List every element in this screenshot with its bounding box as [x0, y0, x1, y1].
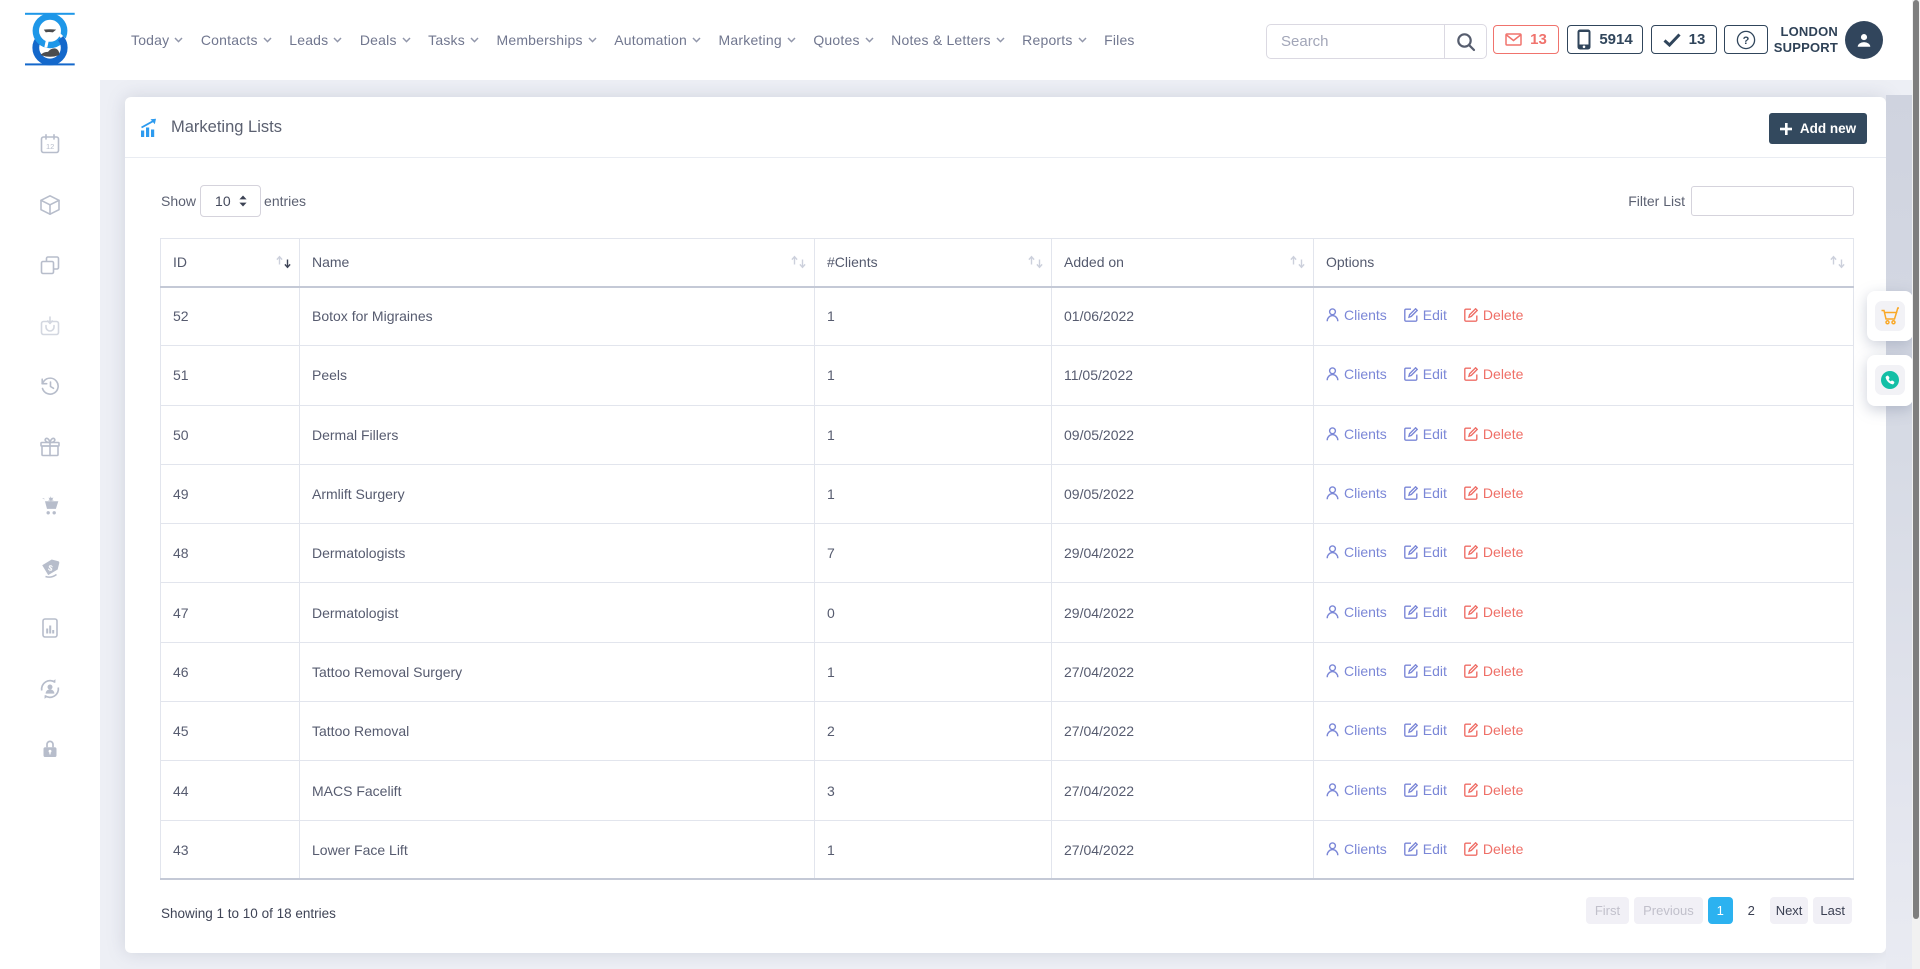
svg-text:?: ?	[1743, 35, 1750, 47]
svg-text:12: 12	[46, 142, 54, 151]
